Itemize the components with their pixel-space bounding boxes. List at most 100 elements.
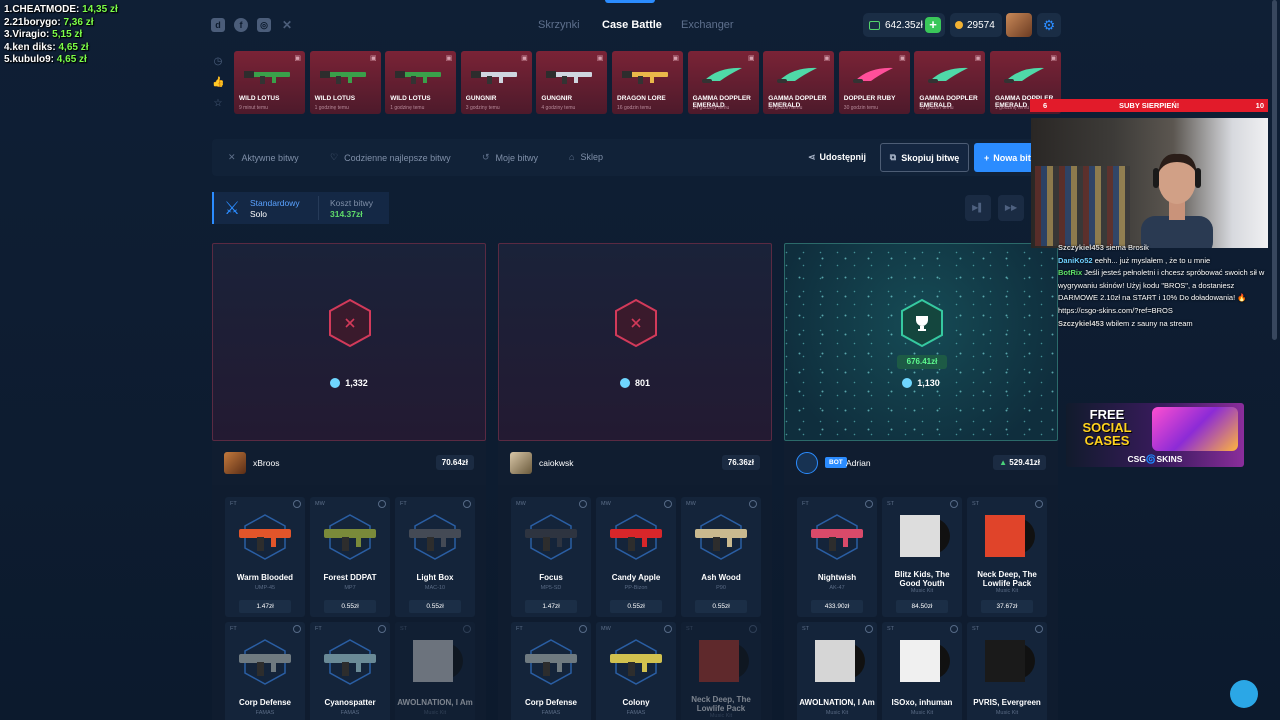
won-item-card[interactable]: FT Corp Defense FAMAS	[225, 622, 305, 720]
stream-chat: Szczykiel453 siema Brosik DaniKo52 eehh..…	[1058, 242, 1268, 382]
gem-icon	[902, 378, 913, 388]
subgoal-current: 6	[1043, 101, 1048, 110]
check-icon	[293, 625, 301, 633]
live-drop-card[interactable]: ▣ DRAGON LORE 16 godzin temu	[612, 51, 683, 114]
nav-skrzynki[interactable]: Skrzynki	[538, 19, 580, 31]
won-item-card[interactable]: ST Blitz Kids, The Good Youth Music Kit …	[882, 497, 962, 617]
player-result-card: 1,332	[212, 243, 486, 441]
live-drop-card[interactable]: ▣ WILD LOTUS 1 godzinę temu	[309, 51, 381, 114]
coins-value: 29574	[967, 19, 995, 31]
share-button[interactable]: ⋖ Udostępnij	[808, 152, 866, 163]
new-battle-button[interactable]: +Nowa bitwa	[974, 143, 1034, 172]
facebook-icon[interactable]: f	[234, 18, 248, 32]
chat-text: eehh... już myslałem , że to u mnie	[1094, 255, 1211, 265]
check-icon	[1035, 625, 1043, 633]
coins-box[interactable]: 29574	[950, 13, 1002, 37]
player-name[interactable]: Adrian	[846, 458, 871, 468]
item-price: 1.47zł	[239, 600, 291, 613]
rifle-icon	[395, 71, 442, 84]
player-avatar[interactable]	[510, 452, 532, 474]
check-icon	[463, 625, 471, 633]
instagram-icon[interactable]: ◎	[257, 18, 271, 32]
drop-time: 9 minut temu	[239, 105, 268, 111]
tab-daily-best[interactable]: ♡ Codzienne najlepsze bitwy	[330, 152, 451, 163]
live-drop-card[interactable]: ▣ WILD LOTUS 9 minut temu	[234, 51, 305, 114]
won-item-card[interactable]: ST ISOxo, inhuman Music Kit	[882, 622, 962, 720]
check-icon	[664, 625, 672, 633]
leaderboard-value: 14,35 zł	[82, 4, 118, 15]
settings-gear-icon[interactable]: ⚙	[1037, 13, 1061, 37]
won-item-card[interactable]: ST AWOLNATION, I Am Music Kit	[797, 622, 877, 720]
won-item-card[interactable]: MW Ash Wood P90 0.55zł	[681, 497, 761, 617]
item-name: Colony	[622, 698, 650, 707]
won-item-card[interactable]: MW Forest DDPAT MP7 0.55zł	[310, 497, 390, 617]
gems-value: 801	[634, 378, 651, 388]
promo-brand: CSG🌀SKINS	[1127, 454, 1183, 464]
won-item-card[interactable]: MW Focus MP5-SD 1.47zł	[511, 497, 591, 617]
check-icon	[1035, 500, 1043, 508]
player-name[interactable]: xBroos	[253, 458, 279, 468]
live-drop-card[interactable]: ▣ WILD LOTUS 1 godzinę temu	[385, 51, 457, 114]
x-icon[interactable]: ✕	[280, 18, 294, 32]
item-subtitle: PP-Bizon	[624, 585, 648, 591]
player-name[interactable]: caiokwsk	[539, 458, 573, 468]
drop-name: DRAGON LORE	[617, 95, 666, 102]
item-name: Forest DDPAT	[323, 573, 377, 582]
won-item-card[interactable]: FT Nightwish AK-47 433.90zł	[797, 497, 877, 617]
tab-my-battles[interactable]: ↺ Moje bitwy	[482, 152, 538, 163]
won-item-card[interactable]: ST Neck Deep, The Lowlife Pack Music Kit	[681, 622, 761, 720]
check-icon	[664, 500, 672, 508]
thumbs-up-icon[interactable]: 👍	[212, 77, 224, 89]
won-item-card[interactable]: FT Warm Blooded UMP-45 1.47zł	[225, 497, 305, 617]
won-item-card[interactable]: ST PVRIS, Evergreen Music Kit	[967, 622, 1047, 720]
rifle-icon	[622, 71, 668, 84]
tab-active-battles[interactable]: ✕ Aktywne bitwy	[228, 152, 299, 163]
item-condition: FT	[230, 501, 237, 507]
item-condition: MW	[516, 501, 526, 507]
clock-icon[interactable]: ◷	[212, 56, 224, 68]
arrow-up-icon: ▲	[999, 458, 1010, 467]
skip-to-end-icon[interactable]: ▶▌	[965, 195, 991, 221]
live-drop-card[interactable]: ▣ GAMMA DOPPLER EMERALD 24 godziny temu	[687, 51, 759, 114]
won-item-card[interactable]: FT Light Box MAC-10 0.55zł	[395, 497, 475, 617]
deposit-button[interactable]: +	[925, 17, 941, 33]
promo-banner[interactable]: FREE SOCIAL CASES CSG🌀SKINS	[1066, 403, 1244, 467]
scrollbar[interactable]	[1272, 0, 1277, 340]
wallet-icon	[869, 20, 880, 30]
balance-box[interactable]: 642.35zł +	[863, 13, 945, 37]
item-condition: ST	[972, 626, 980, 632]
drop-name: WILD LOTUS	[314, 95, 356, 102]
won-item-card[interactable]: MW Colony FAMAS	[596, 622, 676, 720]
won-item-card[interactable]: ST AWOLNATION, I Am Music Kit	[395, 622, 475, 720]
share-label: Udostępnij	[819, 152, 867, 162]
won-item-card[interactable]: MW Candy Apple PP-Bizon 0.55zł	[596, 497, 676, 617]
star-icon[interactable]: ☆	[212, 98, 224, 110]
drop-name: WILD LOTUS	[390, 95, 431, 102]
live-drop-card[interactable]: ▣ GAMMA DOPPLER EMERALD 31 godzin temu	[914, 51, 986, 114]
rifle-icon	[546, 71, 593, 84]
won-item-card[interactable]: FT Cyanospatter FAMAS	[310, 622, 390, 720]
crossed-swords-icon: ⚔	[224, 198, 241, 218]
player-avatar[interactable]	[224, 452, 246, 474]
item-subtitle: Music Kit	[910, 588, 934, 594]
weapon-icon	[811, 514, 863, 560]
nav-exchanger[interactable]: Exchanger	[681, 19, 734, 31]
support-chat-button[interactable]	[1230, 680, 1258, 708]
copy-battle-button[interactable]: ⧉ Skopiuj bitwę	[880, 143, 969, 172]
nav-case-battle[interactable]: Case Battle	[602, 19, 662, 31]
music-kit-icon	[815, 640, 865, 682]
fast-forward-icon[interactable]: ▶▶	[998, 195, 1024, 221]
discord-icon[interactable]: d	[211, 18, 225, 32]
tab-shop[interactable]: ⌂ Sklep	[569, 152, 603, 162]
won-item-card[interactable]: ST Neck Deep, The Lowlife Pack Music Kit…	[967, 497, 1047, 617]
promo-headline: FREE SOCIAL CASES	[1072, 408, 1142, 447]
won-item-card[interactable]: FT Corp Defense FAMAS	[511, 622, 591, 720]
item-price: 433.90zł	[811, 600, 863, 613]
live-drop-card[interactable]: ▣ GUNGNIR 4 godziny temu	[536, 51, 608, 114]
player-strip: caiokwsk 76.36zł	[498, 441, 772, 485]
user-avatar[interactable]	[1006, 13, 1032, 37]
live-drop-card[interactable]: ▣ DOPPLER RUBY 30 godzin temu	[838, 51, 910, 114]
live-drop-card[interactable]: ▣ GUNGNIR 3 godziny temu	[460, 51, 532, 114]
item-condition: FT	[400, 501, 407, 507]
live-drop-card[interactable]: ▣ GAMMA DOPPLER EMERALD 30 godzin temu	[763, 51, 835, 114]
